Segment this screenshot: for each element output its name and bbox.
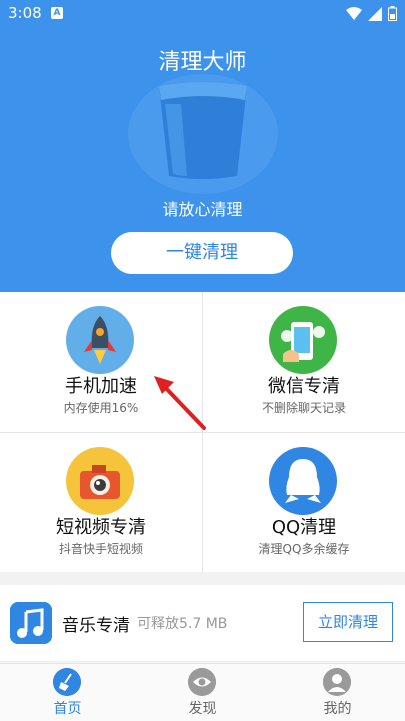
clean-now-button[interactable]: 立即清理	[303, 602, 393, 642]
tab-home[interactable]: 首页	[0, 664, 135, 721]
status-bar: 3:08 A	[0, 0, 405, 26]
one-key-clean-button[interactable]: 一键清理	[111, 232, 293, 274]
status-time: 3:08	[8, 4, 42, 22]
music-size: 可释放5.7 MB	[137, 616, 228, 632]
tab-label: 首页	[53, 701, 82, 717]
feature-name: QQ清理	[271, 517, 337, 538]
system-icons	[346, 6, 397, 21]
notification-a-icon: A	[51, 7, 63, 19]
tab-label: 我的	[323, 701, 352, 717]
feature-desc: 抖音快手短视频	[58, 542, 143, 556]
feature-short-video-clean[interactable]: 短视频专清 抖音快手短视频	[0, 433, 202, 573]
wifi-icon	[346, 6, 362, 20]
feature-name: 短视频专清	[56, 517, 146, 538]
feature-wechat-clean[interactable]: 微信专清 不删除聊天记录	[203, 292, 405, 432]
feature-qq-clean[interactable]: QQ清理 清理QQ多余缓存	[203, 433, 405, 573]
feature-desc: 清理QQ多余缓存	[258, 542, 350, 556]
trash-bin-icon	[159, 82, 247, 179]
feature-desc: 不删除聊天记录	[261, 401, 346, 415]
wechat-clean-icon	[269, 306, 337, 374]
tab-discover[interactable]: 发现	[135, 664, 270, 721]
tab-mine[interactable]: 我的	[270, 664, 405, 721]
rocket-icon	[66, 306, 134, 374]
bottom-tab-bar: 首页 发现 我的	[0, 663, 405, 721]
broom-icon	[53, 668, 81, 696]
user-icon	[323, 668, 351, 696]
red-arrow-annotation	[154, 376, 206, 430]
header-subtitle: 请放心清理	[162, 200, 243, 219]
battery-icon	[388, 6, 397, 21]
eye-icon	[188, 668, 216, 696]
music-note-icon	[10, 602, 52, 644]
signal-icon	[368, 6, 382, 21]
music-clean-card: 音乐专清 可释放5.7 MB 立即清理	[0, 585, 405, 661]
app-title: 清理大师	[158, 50, 247, 75]
camera-icon	[66, 447, 134, 515]
tab-label: 发现	[188, 701, 217, 717]
qq-icon	[269, 447, 337, 515]
feature-name: 微信专清	[268, 376, 340, 397]
music-title: 音乐专清	[62, 616, 130, 636]
